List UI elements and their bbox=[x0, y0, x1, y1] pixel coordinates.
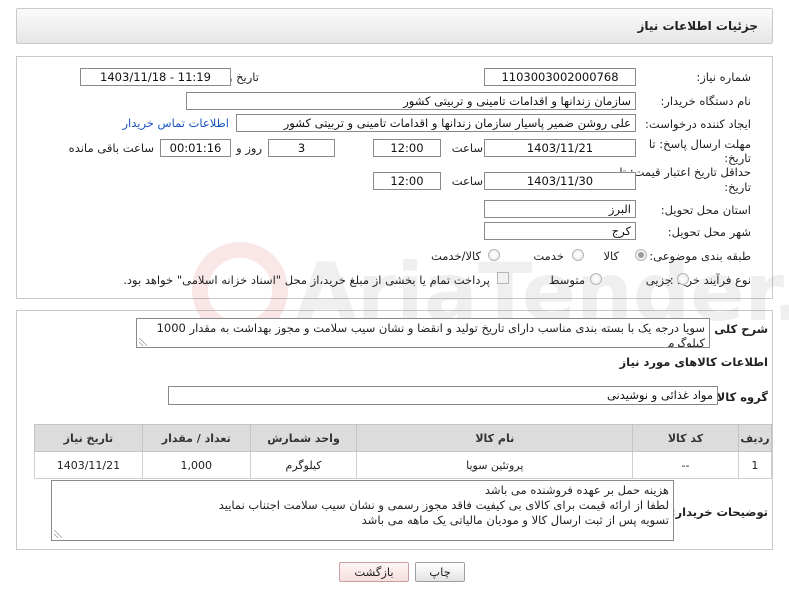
province-label: استان محل تحویل: bbox=[660, 203, 751, 217]
deadline-time-label: ساعت bbox=[451, 141, 483, 155]
buyer-org-field: سازمان زندانها و اقدامات تامینی و تربیتی… bbox=[186, 92, 636, 110]
goods-table-header: ردیف کد کالا نام کالا واحد شمارش تعداد /… bbox=[34, 424, 773, 452]
category-radio-goods-service[interactable] bbox=[488, 249, 500, 261]
buyer-notes-label: توضیحات خریدار: bbox=[670, 505, 768, 519]
table-row: 1 -- پروتئین سویا کیلوگرم 1,000 1403/11/… bbox=[34, 451, 773, 479]
row-date-cell: 1403/11/21 bbox=[34, 451, 143, 479]
need-number-label: شماره نیاز: bbox=[696, 70, 751, 84]
process-option-medium: متوسط bbox=[548, 273, 585, 287]
row-qty-cell: 1,000 bbox=[141, 451, 251, 479]
goods-section-title: اطلاعات کالاهای مورد نیاز bbox=[619, 355, 768, 369]
description-field: سویا درجه یک با بسته بندی مناسب دارای تا… bbox=[136, 318, 710, 348]
description-text: سویا درجه یک با بسته بندی مناسب دارای تا… bbox=[156, 321, 705, 348]
row-unit-cell: کیلوگرم bbox=[249, 451, 358, 479]
goods-table: ردیف کد کالا نام کالا واحد شمارش تعداد /… bbox=[34, 424, 773, 479]
col-code-header: کد کالا bbox=[632, 424, 739, 452]
creator-field: علی روشن ضمیر پاسیار سازمان زندانها و اق… bbox=[236, 114, 636, 132]
need-number-field: 1103003002000768 bbox=[484, 68, 636, 86]
resize-grip-icon[interactable] bbox=[54, 530, 62, 538]
buyer-contact-link[interactable]: اطلاعات تماس خریدار bbox=[122, 116, 229, 130]
remaining-label: ساعت باقی مانده bbox=[68, 141, 154, 155]
validity-label: حداقل تاریخ اعتبار قیمت: تا bbox=[619, 165, 751, 179]
validity-time-label: ساعت bbox=[451, 174, 483, 188]
col-row-header: ردیف bbox=[737, 424, 773, 452]
category-option-service: خدمت bbox=[533, 249, 564, 263]
buyer-note-line: هزینه حمل بر عهده فروشنده می باشد bbox=[484, 483, 669, 497]
buyer-note-line: لطفا از ارائه قیمت برای کالای بی کیفیت ف… bbox=[218, 498, 669, 512]
days-label: روز و bbox=[236, 141, 262, 155]
row-index-cell: 1 bbox=[737, 451, 773, 479]
validity-date-label: تاریخ: bbox=[724, 180, 751, 194]
deadline-label: مهلت ارسال پاسخ: تا bbox=[648, 137, 751, 151]
days-field: 3 bbox=[268, 139, 335, 157]
buyer-org-label: نام دستگاه خریدار: bbox=[660, 94, 751, 108]
remaining-time-field: 00:01:16 bbox=[160, 139, 231, 157]
city-label: شهر محل تحویل: bbox=[667, 225, 751, 239]
validity-date-field: 1403/11/30 bbox=[484, 172, 636, 190]
page-title: جزئیات اطلاعات نیاز bbox=[637, 19, 758, 33]
validity-time-field: 12:00 bbox=[373, 172, 441, 190]
deadline-time-field: 12:00 bbox=[373, 139, 441, 157]
col-date-header: تاریخ نیاز bbox=[34, 424, 143, 452]
deadline-date-label: تاریخ: bbox=[724, 151, 751, 165]
back-button[interactable]: بازگشت bbox=[339, 562, 409, 582]
process-radio-medium[interactable] bbox=[590, 273, 602, 285]
category-radio-goods[interactable] bbox=[635, 249, 647, 261]
category-label: طبقه بندی موضوعی: bbox=[649, 249, 751, 263]
goods-group-field: مواد غذائی و نوشیدنی bbox=[168, 386, 718, 405]
creator-label: ایجاد کننده درخواست: bbox=[645, 117, 751, 131]
buyer-notes-field: هزینه حمل بر عهده فروشنده می باشد لطفا ا… bbox=[51, 480, 674, 541]
col-unit-header: واحد شمارش bbox=[249, 424, 358, 452]
city-field: کرج bbox=[484, 222, 636, 240]
page-header: جزئیات اطلاعات نیاز bbox=[16, 8, 773, 44]
category-option-goods: کالا bbox=[603, 249, 619, 263]
row-name-cell: پروتئین سویا bbox=[356, 451, 634, 479]
treasury-payment-checkbox[interactable] bbox=[497, 272, 509, 284]
col-name-header: نام کالا bbox=[356, 424, 634, 452]
process-option-minor: جزیی bbox=[645, 273, 672, 287]
category-option-goods-service: کالا/خدمت bbox=[430, 249, 481, 263]
deadline-date-field: 1403/11/21 bbox=[484, 139, 636, 157]
resize-grip-icon[interactable] bbox=[139, 338, 147, 346]
print-button[interactable]: چاپ bbox=[415, 562, 465, 582]
announce-date-field: 1403/11/18 - 11:19 bbox=[80, 68, 231, 86]
col-qty-header: تعداد / مقدار bbox=[141, 424, 251, 452]
province-field: البرز bbox=[484, 200, 636, 218]
buyer-note-line: تسویه پس از ثبت ارسال کالا و مودیان مالی… bbox=[361, 513, 669, 527]
row-code-cell: -- bbox=[632, 451, 739, 479]
goods-group-label: گروه کالا: bbox=[712, 390, 768, 404]
category-radio-service[interactable] bbox=[572, 249, 584, 261]
process-radio-minor[interactable] bbox=[677, 273, 689, 285]
treasury-payment-note: پرداخت تمام یا بخشی از مبلغ خرید،از محل … bbox=[123, 273, 490, 287]
